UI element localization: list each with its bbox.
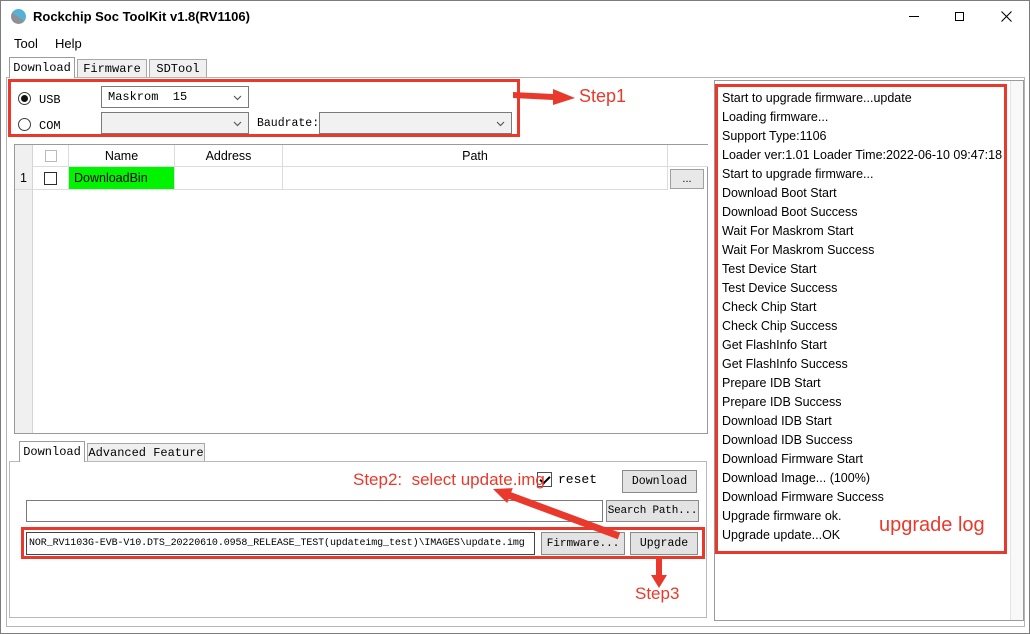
maximize-icon [955, 12, 964, 21]
download-button[interactable]: Download [622, 470, 697, 493]
log-line: Download Boot Success [722, 203, 1006, 222]
tab-download[interactable]: Download [9, 57, 75, 78]
step3-label: Step3 [635, 584, 679, 604]
file-table: Name Address Path 1 DownloadBin ... [14, 144, 708, 434]
close-button[interactable] [983, 1, 1029, 32]
tab-sdtool[interactable]: SDTool [149, 59, 207, 78]
chevron-down-icon [496, 121, 505, 127]
chevron-down-icon [233, 95, 242, 101]
com-port-combobox[interactable] [101, 112, 249, 134]
usb-radio-label: USB [39, 93, 61, 107]
baudrate-label: Baudrate: [257, 117, 319, 130]
maximize-button[interactable] [937, 1, 982, 32]
log-line: Wait For Maskrom Start [722, 222, 1006, 241]
column-header-address: Address [175, 145, 283, 167]
app-window: Rockchip Soc ToolKit v1.8(RV1106) Tool H… [0, 0, 1030, 634]
usb-radio[interactable] [18, 92, 31, 105]
close-icon [1001, 11, 1012, 22]
log-line: Download Image... (100%) [722, 469, 1006, 488]
tab-firmware[interactable]: Firmware [77, 59, 147, 78]
upgrade-log-label: upgrade log [879, 514, 985, 537]
window-title: Rockchip Soc ToolKit v1.8(RV1106) [33, 1, 250, 33]
log-line: Support Type:1106 [722, 127, 1006, 146]
baudrate-combobox[interactable] [319, 112, 512, 134]
row-address-cell[interactable] [175, 167, 283, 190]
minimize-button[interactable] [891, 1, 936, 32]
row-checkbox-cell [33, 167, 69, 190]
step1-label: Step1 [579, 86, 626, 107]
column-header-name: Name [69, 145, 175, 167]
log-line: Wait For Maskrom Success [722, 241, 1006, 260]
column-header-spacer [668, 145, 708, 167]
row-name-cell[interactable]: DownloadBin [69, 167, 175, 190]
chevron-down-icon [233, 121, 242, 127]
upgrade-log-lines: Start to upgrade firmware...updateLoadin… [722, 89, 1006, 545]
log-line: Test Device Start [722, 260, 1006, 279]
log-line: Test Device Success [722, 279, 1006, 298]
row-checkbox[interactable] [44, 172, 57, 185]
log-line: Download IDB Start [722, 412, 1006, 431]
usb-device-value: Maskrom 15 [108, 90, 187, 104]
select-all-checkbox[interactable] [45, 150, 57, 162]
browse-path-button[interactable]: ... [670, 169, 704, 189]
log-line: Get FlashInfo Start [722, 336, 1006, 355]
menu-item-tool[interactable]: Tool [14, 36, 38, 51]
log-line: Check Chip Start [722, 298, 1006, 317]
select-all-checkbox-cell [33, 145, 69, 167]
log-line: Prepare IDB Start [722, 374, 1006, 393]
log-line: Get FlashInfo Success [722, 355, 1006, 374]
log-line: Prepare IDB Success [722, 393, 1006, 412]
log-scrollbar[interactable] [1010, 81, 1023, 620]
com-radio[interactable] [18, 118, 31, 131]
log-line: Download Boot Start [722, 184, 1006, 203]
tab-download-lower[interactable]: Download [19, 441, 85, 462]
com-radio-label: COM [39, 119, 61, 133]
log-line: Loading firmware... [722, 108, 1006, 127]
firmware-path-input[interactable] [26, 532, 535, 555]
menu-bar [1, 33, 1029, 57]
upgrade-button[interactable]: Upgrade [630, 532, 698, 555]
log-line: Download Firmware Start [722, 450, 1006, 469]
log-line: Loader ver:1.01 Loader Time:2022-06-10 0… [722, 146, 1006, 165]
step2-label: Step2: select update.img [353, 470, 545, 490]
firmware-button[interactable]: Firmware... [541, 532, 625, 555]
search-path-input[interactable] [26, 500, 603, 522]
app-icon [11, 9, 26, 24]
search-path-button[interactable]: Search Path... [606, 500, 699, 522]
log-line: Start to upgrade firmware... [722, 165, 1006, 184]
log-line: Download Firmware Success [722, 488, 1006, 507]
row-path-cell[interactable] [283, 167, 668, 190]
menu-item-help[interactable]: Help [55, 36, 82, 51]
minimize-icon [909, 16, 919, 17]
row-number: 1 [15, 167, 33, 190]
title-bar: Rockchip Soc ToolKit v1.8(RV1106) [1, 1, 1029, 33]
usb-device-combobox[interactable]: Maskrom 15 [101, 86, 249, 108]
log-line: Check Chip Success [722, 317, 1006, 336]
log-line: Start to upgrade firmware...update [722, 89, 1006, 108]
reset-checkbox-label: reset [558, 472, 597, 487]
log-line: Download IDB Success [722, 431, 1006, 450]
column-header-path: Path [283, 145, 668, 167]
